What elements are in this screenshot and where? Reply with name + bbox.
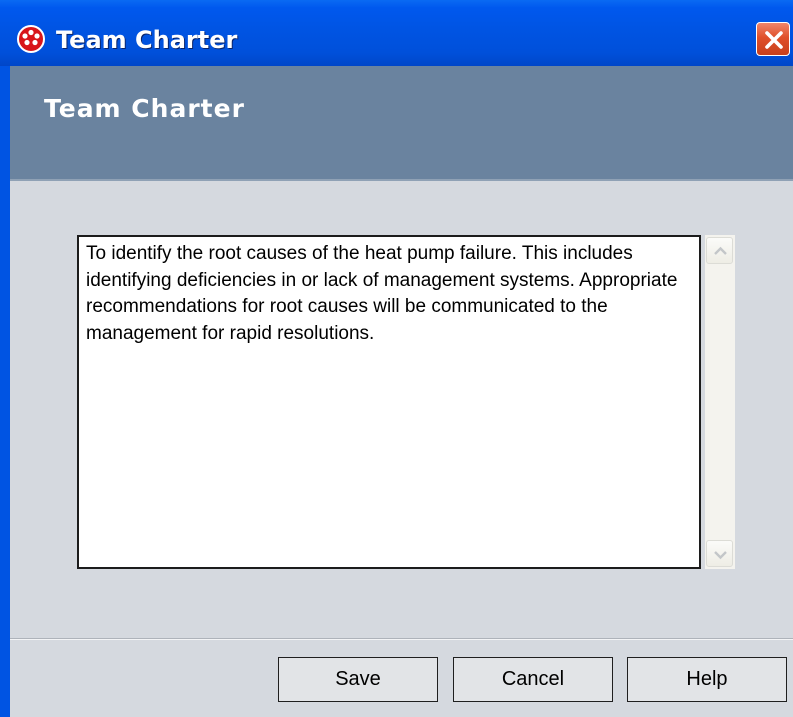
cancel-button[interactable]: Cancel: [453, 657, 613, 702]
dialog-client-area: Team Charter To identify the root causes…: [10, 66, 793, 717]
scroll-down-button[interactable]: [706, 540, 733, 567]
window-title: Team Charter: [56, 26, 238, 54]
title-bar[interactable]: Team Charter: [0, 0, 793, 66]
chevron-up-icon: [714, 246, 727, 255]
team-charter-text-area[interactable]: To identify the root causes of the heat …: [77, 235, 701, 569]
scroll-up-button[interactable]: [706, 237, 733, 264]
close-icon: [765, 31, 783, 49]
team-charter-window: Team Charter Team Charter To identify th…: [0, 0, 793, 717]
vertical-scrollbar[interactable]: [705, 235, 735, 569]
save-button[interactable]: Save: [278, 657, 438, 702]
app-icon: [16, 24, 46, 54]
chevron-down-icon: [714, 551, 727, 560]
page-title: Team Charter: [44, 94, 245, 123]
header-band: Team Charter: [10, 66, 793, 181]
help-button[interactable]: Help: [627, 657, 787, 702]
close-button[interactable]: [756, 22, 790, 56]
footer-divider: [10, 638, 793, 640]
